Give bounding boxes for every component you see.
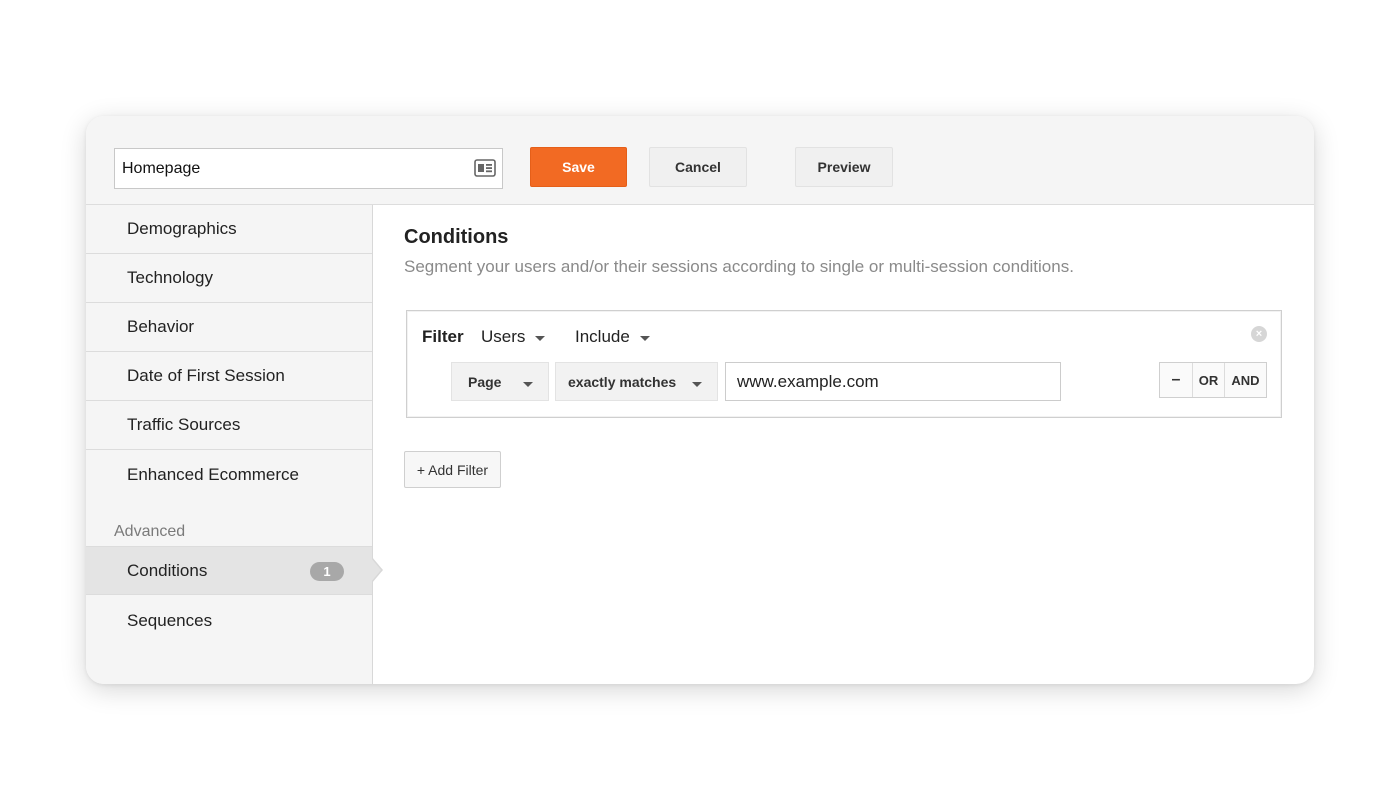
sidebar-item-enhanced-ecommerce[interactable]: Enhanced Ecommerce xyxy=(86,450,372,499)
filter-panel: Filter Users Include × Page exactly matc… xyxy=(406,310,1282,418)
filter-mode-dropdown[interactable]: Include xyxy=(575,327,650,347)
sidebar-item-sequences[interactable]: Sequences xyxy=(86,596,372,645)
filter-label: Filter xyxy=(422,327,464,346)
sidebar-item-behavior[interactable]: Behavior xyxy=(86,303,372,352)
page-title: Conditions xyxy=(404,226,509,248)
sidebar-item-traffic-sources[interactable]: Traffic Sources xyxy=(86,401,372,450)
sidebar: Demographics Technology Behavior Date of… xyxy=(86,205,373,684)
filter-scope-value: Users xyxy=(481,327,526,346)
add-filter-button[interactable]: + Add Filter xyxy=(404,451,501,488)
page-subtitle: Segment your users and/or their sessions… xyxy=(404,257,1074,276)
cancel-button[interactable]: Cancel xyxy=(649,147,747,187)
filter-value-input[interactable] xyxy=(726,363,1060,400)
segment-toolbar: Save Cancel Preview xyxy=(86,116,1314,205)
sidebar-section-advanced: Advanced xyxy=(114,523,186,540)
segment-name-input[interactable] xyxy=(115,149,455,188)
caret-down-icon xyxy=(692,382,702,387)
preview-button[interactable]: Preview xyxy=(795,147,893,187)
filter-value-field[interactable] xyxy=(725,362,1061,401)
save-button[interactable]: Save xyxy=(530,147,627,187)
and-button[interactable]: AND xyxy=(1225,363,1266,397)
sidebar-item-technology[interactable]: Technology xyxy=(86,254,372,303)
operator-dropdown[interactable]: exactly matches xyxy=(555,362,718,401)
contact-card-icon[interactable] xyxy=(474,159,496,177)
remove-condition-button[interactable]: – xyxy=(1160,363,1193,397)
operator-value: exactly matches xyxy=(568,373,677,390)
active-item-pointer xyxy=(371,557,383,583)
or-button[interactable]: OR xyxy=(1193,363,1225,397)
conditions-count-badge: 1 xyxy=(310,562,344,581)
filter-mode-value: Include xyxy=(575,327,630,346)
sidebar-item-label: Conditions xyxy=(127,560,208,580)
caret-down-icon xyxy=(535,335,546,341)
dimension-value: Page xyxy=(468,373,502,390)
sidebar-item-date-of-first-session[interactable]: Date of First Session xyxy=(86,352,372,401)
filter-scope-dropdown[interactable]: Users xyxy=(481,327,546,347)
sidebar-item-conditions[interactable]: Conditions 1 xyxy=(86,546,372,595)
close-circle-icon[interactable]: × xyxy=(1251,326,1267,342)
segment-name-field[interactable] xyxy=(114,148,503,189)
caret-down-icon xyxy=(523,382,533,387)
segment-editor: Save Cancel Preview Demographics Technol… xyxy=(86,116,1314,684)
sidebar-item-demographics[interactable]: Demographics xyxy=(86,205,372,254)
dimension-dropdown[interactable]: Page xyxy=(451,362,549,401)
caret-down-icon xyxy=(639,335,650,341)
condition-operator-group: – OR AND xyxy=(1159,362,1267,398)
